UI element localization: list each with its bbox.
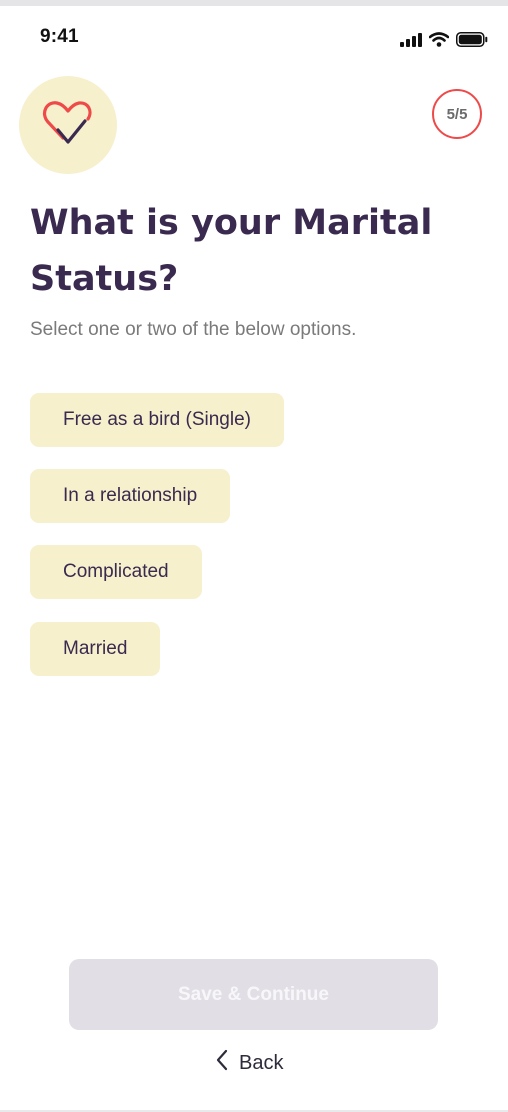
save-continue-label: Save & Continue: [178, 983, 329, 1005]
option-label: In a relationship: [63, 485, 198, 506]
back-label: Back: [239, 1051, 284, 1074]
back-button[interactable]: Back: [215, 1047, 283, 1079]
app-logo: [19, 76, 117, 174]
page-subtitle: Select one or two of the below options.: [30, 319, 357, 340]
save-continue-button[interactable]: Save & Continue: [69, 959, 438, 1030]
step-indicator-label: 5/5: [446, 105, 468, 123]
option-label: Complicated: [63, 561, 169, 582]
option-married[interactable]: Married: [30, 622, 161, 676]
option-single[interactable]: Free as a bird (Single): [30, 393, 284, 447]
step-indicator: 5/5: [432, 89, 482, 139]
wifi-icon: [428, 32, 450, 52]
heart-check-icon: [41, 98, 95, 153]
signal-icon: [400, 32, 422, 52]
battery-icon: [456, 32, 488, 52]
option-relationship[interactable]: In a relationship: [30, 469, 231, 523]
page-title: What is your Marital Status?: [30, 203, 433, 299]
option-label: Free as a bird (Single): [63, 409, 251, 430]
status-time: 9:41: [40, 26, 79, 47]
option-label: Married: [63, 638, 128, 659]
option-complicated[interactable]: Complicated: [30, 545, 202, 599]
status-icons: [400, 32, 488, 52]
status-bar: 9:41: [0, 6, 508, 66]
chevron-left-icon: [215, 1049, 229, 1077]
